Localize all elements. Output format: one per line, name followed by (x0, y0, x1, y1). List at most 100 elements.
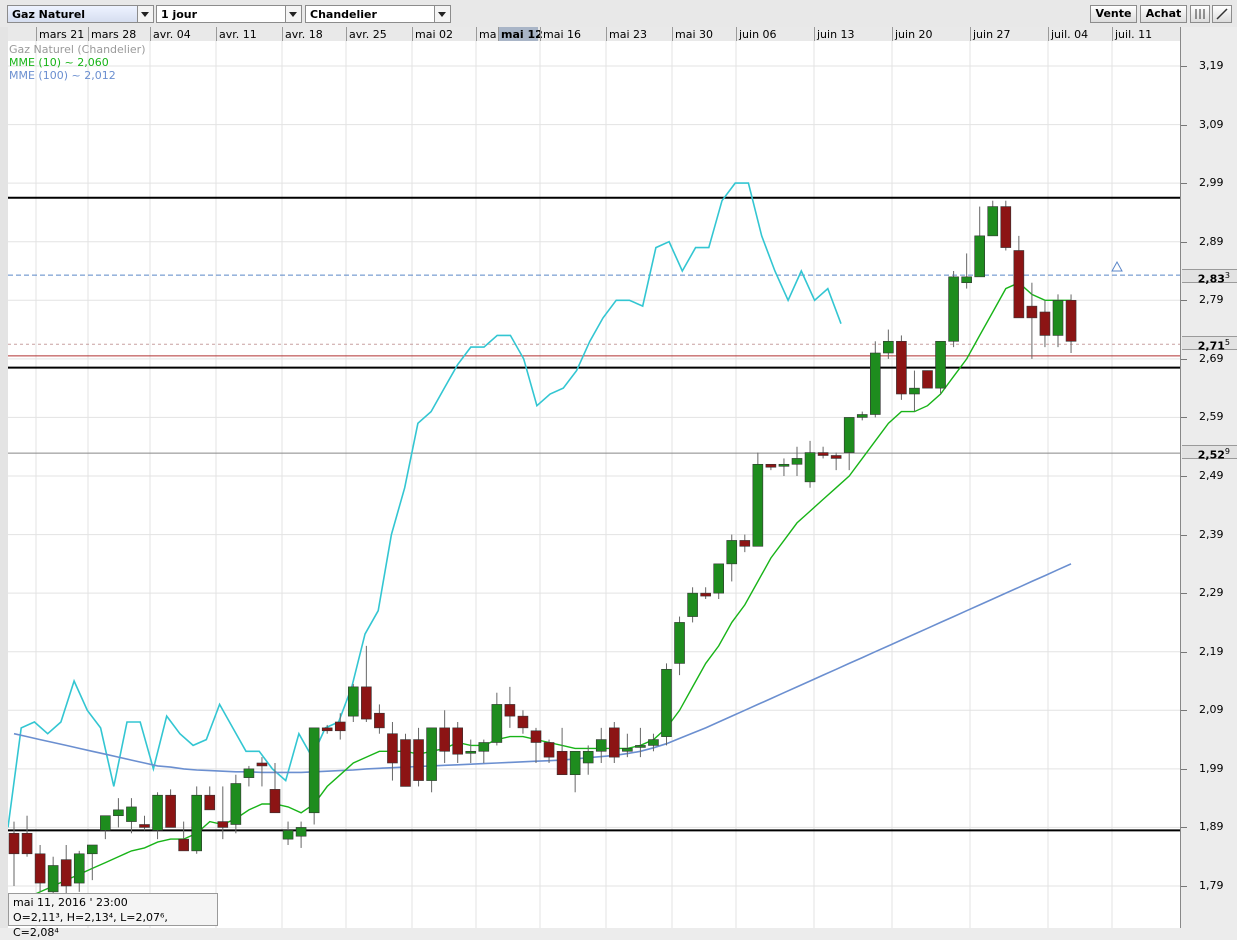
candle-body (804, 452, 816, 483)
candle-body (569, 750, 581, 776)
date-label: juin 20 (895, 28, 933, 41)
y-tick (1181, 534, 1187, 536)
date-label: avr. 04 (153, 28, 191, 41)
period-select-label: 1 jour (161, 8, 198, 21)
candle-body (909, 387, 920, 395)
candle-body (582, 750, 594, 764)
chart-type-select-label: Chandelier (310, 8, 377, 21)
candle-body (556, 750, 568, 776)
y-tick (1181, 710, 1187, 712)
candle-body (1052, 299, 1064, 336)
y-tick-label: 2,09 (1199, 703, 1224, 717)
candle-body (765, 463, 777, 468)
info-date: mai 11, 2016 ' 23:00 (13, 896, 128, 909)
candle-body (935, 340, 946, 389)
chart-type-select[interactable]: Chandelier (305, 5, 451, 23)
candle-body (87, 844, 98, 855)
candle-body (217, 821, 229, 828)
candle-body (1000, 206, 1012, 248)
y-tick-label: 2,49 (1199, 469, 1224, 482)
date-label: mai 23 (609, 28, 648, 41)
candle-body (948, 276, 959, 342)
candle-body (543, 742, 555, 758)
candle-body (922, 370, 933, 389)
date-label: mai 02 (415, 28, 454, 41)
candle-body (426, 727, 437, 781)
y-tick-label: 2,89 (1199, 234, 1224, 248)
draw-line-button[interactable] (1212, 5, 1232, 23)
y-tick (1181, 183, 1187, 185)
price-box-current: 2,715 (1182, 336, 1237, 353)
y-tick (1181, 124, 1187, 126)
y-tick (1181, 651, 1187, 653)
candle-body (243, 768, 255, 778)
y-tick-label: 2,69 (1199, 351, 1224, 365)
candle-body (21, 832, 33, 855)
y-tick (1181, 417, 1187, 419)
date-label: mai 30 (675, 28, 714, 41)
sell-button[interactable]: Vente (1090, 5, 1137, 23)
candle-body (73, 853, 85, 884)
chart-plot-area[interactable] (8, 41, 1180, 928)
candle-body (1065, 299, 1077, 342)
candle-body (1013, 250, 1025, 319)
period-select[interactable]: 1 jour (156, 5, 302, 23)
buy-button[interactable]: Achat (1140, 5, 1187, 23)
y-tick-label: 1,89 (1199, 820, 1224, 834)
price-box-lower-frac: 9 (1224, 447, 1230, 456)
date-label: juin 13 (817, 28, 855, 41)
candle-body (817, 452, 829, 456)
candle-body (152, 794, 163, 831)
candle-body (165, 794, 176, 828)
candle-body (60, 859, 72, 887)
candle-body (752, 463, 764, 547)
y-tick-label: 1,79 (1199, 879, 1224, 892)
candle-body (830, 455, 842, 459)
y-tick (1181, 593, 1187, 595)
y-tick (1181, 768, 1187, 770)
info-ohlc: O=2,11³, H=2,13⁴, L=2,07⁶, C=2,08⁴ (13, 911, 168, 939)
pencil-icon (1216, 8, 1228, 20)
y-tick (1181, 476, 1187, 477)
candle-body (896, 340, 907, 395)
candle-body (347, 686, 359, 717)
y-tick-label: 3,09 (1199, 117, 1224, 131)
candle-body (791, 458, 803, 465)
y-tick-label: 2,29 (1199, 586, 1224, 600)
candle-body (47, 865, 59, 893)
candle-body (191, 794, 202, 852)
candle-body (661, 668, 672, 737)
date-label: mars 28 (91, 28, 137, 41)
candle-body (374, 712, 385, 729)
candle-body (126, 806, 137, 822)
candle-body (478, 742, 490, 752)
candle-body (8, 832, 20, 855)
y-tick-label: 2,39 (1199, 527, 1224, 541)
price-box-current-value: 2,71 (1197, 339, 1225, 353)
date-label: mai 16 (543, 28, 582, 41)
candle-body (883, 340, 894, 354)
y-tick-label: 2,79 (1199, 293, 1224, 307)
alert-triangle-icon (1111, 260, 1123, 272)
candle-body (256, 762, 268, 767)
y-tick-label: 2,59 (1199, 410, 1224, 424)
instrument-select[interactable]: Gaz Naturel (7, 5, 154, 23)
candle-body (400, 739, 411, 787)
date-label: juin 06 (739, 28, 777, 41)
date-label: juil. 04 (1051, 28, 1089, 41)
candle-body (334, 721, 346, 732)
candle-body (113, 809, 124, 817)
y-tick (1181, 827, 1187, 829)
crosshair-icon (1195, 9, 1205, 19)
date-label: avr. 18 (285, 28, 323, 41)
crosshair-tool-button[interactable] (1190, 5, 1210, 23)
chevron-down-icon[interactable] (434, 6, 450, 22)
chevron-down-icon[interactable] (137, 6, 153, 22)
chevron-down-icon[interactable] (285, 6, 301, 22)
candle-body (308, 727, 320, 814)
y-tick (1181, 241, 1187, 243)
price-box-lower: 2,529 (1182, 445, 1237, 461)
candle-body (295, 827, 307, 837)
y-tick (1181, 300, 1187, 302)
candle-body (687, 592, 698, 617)
